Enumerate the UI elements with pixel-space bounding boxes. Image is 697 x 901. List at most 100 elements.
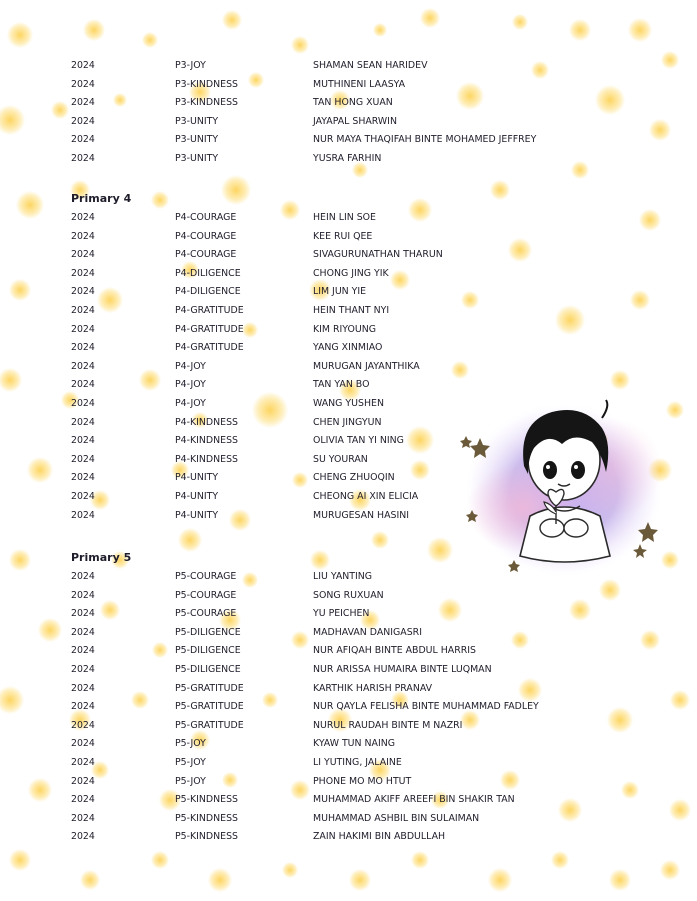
year-cell: 2024: [71, 286, 95, 298]
class-cell: P5-JOY: [175, 775, 206, 787]
name-cell: MUTHINENI LAASYA: [313, 78, 406, 90]
year-cell: 2024: [71, 342, 95, 354]
section-4: Primary 4 2024 P4-COURAGE HEIN LIN SOE 2024 P…: [71, 191, 591, 525]
year-cell: 2024: [71, 379, 95, 391]
class-cell: P5-COURAGE: [175, 571, 237, 582]
list-item: 2024 P5-GRATITUDE KARTHIK HARISH PRANAV: [71, 680, 591, 699]
name-cell: SONG RUXUAN: [313, 589, 384, 601]
list-item: 2024 P5-DILIGENCE NUR ARISSA HUMAIRA BINTE…: [71, 661, 591, 680]
year-cell: 2024: [71, 397, 95, 409]
list-item: 2024 P4-JOY TAN YAN BO: [71, 376, 591, 395]
year-cell: 2024: [71, 719, 95, 731]
section-title: Primary 5: [71, 551, 132, 564]
class-cell: P5-GRATITUDE: [175, 682, 244, 694]
name-cell: HEIN LIN SOE: [313, 212, 376, 223]
list-item: 2024 P4-UNITY CHEONG AI XIN ELICIA: [71, 488, 591, 507]
name-cell: NURUL RAUDAH BINTE M NAZRI: [313, 719, 463, 731]
name-cell: MADHAVAN DANIGASRI: [313, 626, 422, 638]
year-cell: 2024: [71, 738, 95, 750]
list-item: 2024 P5-KINDNESS MUHAMMAD AKIFF AREEFI BIN…: [71, 791, 591, 810]
year-cell: 2024: [71, 472, 95, 484]
list-item: 2024 P4-GRATITUDE HEIN THANT NYI: [71, 302, 591, 321]
name-cell: KARTHIK HARISH PRANAV: [313, 682, 433, 694]
list-item: 2024 P5-JOY LI YUTING, JALAINE: [71, 754, 591, 773]
class-cell: P4-UNITY: [175, 472, 219, 484]
name-cell: JAYAPAL SHARWIN: [313, 115, 397, 127]
class-cell: P5-DILIGENCE: [175, 645, 241, 657]
list-item: 2024 P4-DILIGENCE CHONG JING YIK: [71, 265, 591, 284]
class-cell: P4-GRATITUDE: [175, 342, 244, 354]
year-cell: 2024: [71, 794, 95, 806]
name-cell: MUHAMMAD AKIFF AREEFI BIN SHAKIR TAN: [313, 794, 515, 806]
class-cell: P3-UNITY: [175, 115, 219, 127]
list-item: 2024 P5-DILIGENCE MADHAVAN DANIGASRI: [71, 624, 591, 643]
list-item: 2024 P3-KINDNESS MUTHINENI LAASYA: [71, 76, 591, 95]
name-cell: KEE RUI QEE: [313, 230, 373, 242]
list-item: 2024 P5-JOY KYAW TUN NAING: [71, 735, 591, 754]
name-cell: MURUGAN JAYANTHIKA: [313, 360, 420, 372]
year-cell: 2024: [71, 626, 95, 638]
class-cell: P4-JOY: [175, 397, 206, 409]
class-cell: P5-DILIGENCE: [175, 663, 241, 675]
year-cell: 2024: [71, 453, 95, 465]
year-cell: 2024: [71, 775, 95, 787]
section-title: Primary 4: [71, 192, 132, 205]
class-cell: P4-JOY: [175, 379, 206, 391]
name-cell: NUR QAYLA FELISHA BINTE MUHAMMAD FADLEY: [313, 701, 539, 713]
class-cell: P4-COURAGE: [175, 249, 237, 261]
year-cell: 2024: [71, 152, 95, 164]
list-item: 2024 P5-JOY PHONE MO MO HTUT: [71, 773, 591, 792]
class-cell: P4-COURAGE: [175, 230, 237, 242]
class-cell: P3-JOY: [175, 60, 206, 71]
list-item: 2024 P4-JOY MURUGAN JAYANTHIKA: [71, 358, 591, 377]
class-cell: P4-KINDNESS: [175, 453, 238, 465]
list-item: 2024 P3-UNITY JAYAPAL SHARWIN: [71, 113, 591, 132]
name-cell: YANG XINMIAO: [313, 342, 383, 354]
year-cell: 2024: [71, 701, 95, 713]
name-cell: KIM RIYOUNG: [313, 323, 376, 335]
class-cell: P5-KINDNESS: [175, 812, 238, 824]
list-item: 2024 P4-KINDNESS CHEN JINGYUN: [71, 414, 591, 433]
name-cell: CHENG ZHUOQIN: [313, 472, 395, 484]
year-cell: 2024: [71, 682, 95, 694]
class-cell: P5-GRATITUDE: [175, 701, 244, 713]
year-cell: 2024: [71, 756, 95, 768]
class-cell: P5-DILIGENCE: [175, 626, 241, 638]
year-cell: 2024: [71, 608, 95, 620]
list-item: 2024 P4-DILIGENCE LIM JUN YIE: [71, 283, 591, 302]
name-cell: NUR AFIQAH BINTE ABDUL HARRIS: [313, 645, 476, 657]
year-cell: 2024: [71, 663, 95, 675]
class-cell: P3-UNITY: [175, 134, 219, 146]
class-cell: P5-COURAGE: [175, 589, 237, 601]
year-cell: 2024: [71, 267, 95, 279]
year-cell: 2024: [71, 115, 95, 127]
name-cell: LIU YANTING: [313, 571, 373, 582]
name-cell: YU PEICHEN: [313, 608, 370, 620]
year-cell: 2024: [71, 509, 95, 521]
list-item: 2024 P5-COURAGE LIU YANTING: [71, 568, 591, 587]
class-cell: P4-COURAGE: [175, 212, 237, 223]
name-cell: CHEONG AI XIN ELICIA: [313, 490, 419, 502]
list-item: 2024 P5-GRATITUDE NUR QAYLA FELISHA BINTE …: [71, 698, 591, 717]
class-cell: P4-GRATITUDE: [175, 304, 244, 316]
name-cell: KYAW TUN NAING: [313, 738, 396, 750]
year-cell: 2024: [71, 435, 95, 447]
list-item: 2024 P4-UNITY CHENG ZHUOQIN: [71, 469, 591, 488]
list-item: 2024 P5-COURAGE YU PEICHEN: [71, 605, 591, 624]
list-item: 2024 P3-UNITY YUSRA FARHIN: [71, 150, 591, 169]
name-cell: HEIN THANT NYI: [313, 304, 390, 316]
year-cell: 2024: [71, 97, 95, 109]
name-cell: OLIVIA TAN YI NING: [313, 435, 404, 447]
name-cell: CHONG JING YIK: [313, 267, 389, 279]
list-item: 2024 P4-KINDNESS OLIVIA TAN YI NING: [71, 432, 591, 451]
year-cell: 2024: [71, 589, 95, 601]
year-cell: 2024: [71, 831, 95, 843]
list-item: 2024 P4-GRATITUDE KIM RIYOUNG: [71, 321, 591, 340]
class-cell: P3-KINDNESS: [175, 78, 238, 90]
name-cell: TAN YAN BO: [313, 379, 370, 391]
year-cell: 2024: [71, 78, 95, 90]
name-cell: CHEN JINGYUN: [313, 416, 382, 428]
year-cell: 2024: [71, 134, 95, 146]
name-cell: ZAIN HAKIMI BIN ABDULLAH: [313, 831, 446, 843]
year-cell: 2024: [71, 230, 95, 242]
